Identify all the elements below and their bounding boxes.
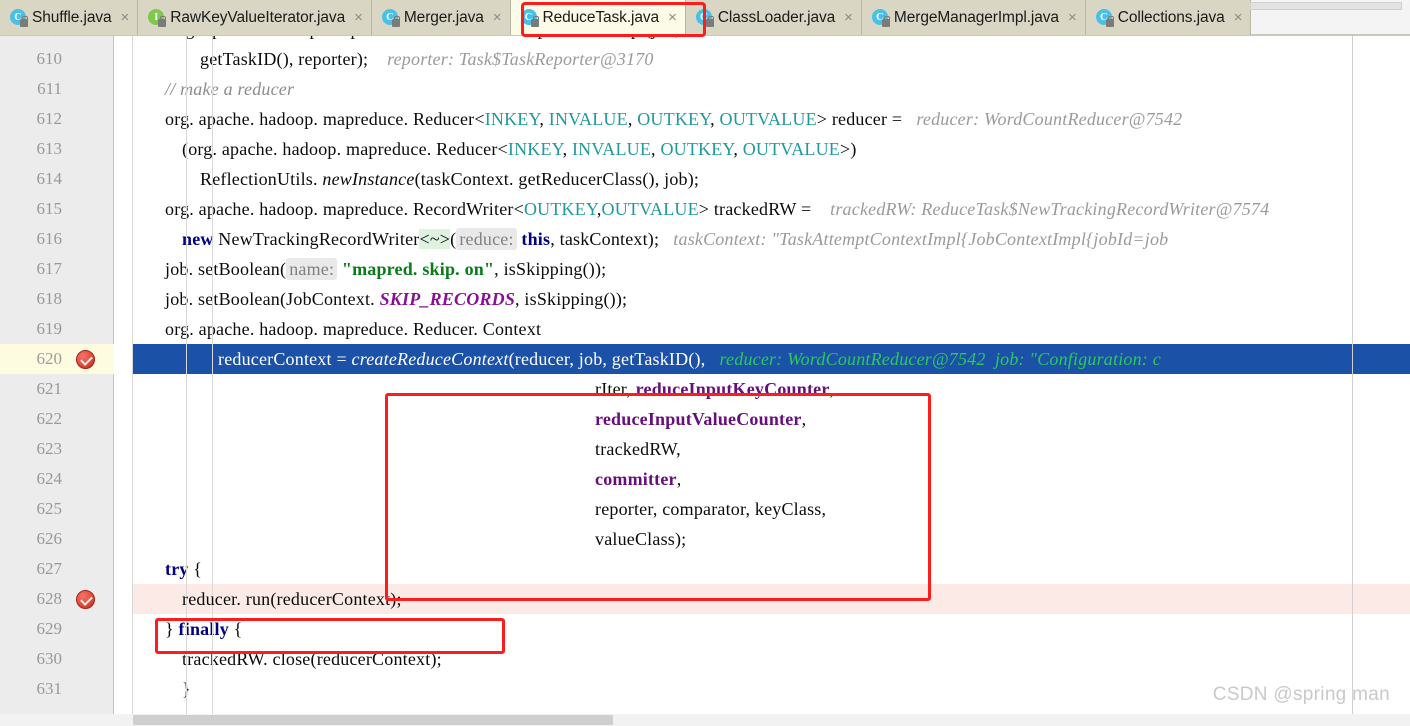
horizontal-scrollbar-thumb[interactable]: [133, 715, 613, 725]
editor-tab-shuffle[interactable]: C Shuffle.java ×: [0, 0, 139, 35]
line-number: 614: [36, 169, 63, 188]
code-text: org. apache. hadoop. mapreduce. Reducer<…: [165, 109, 1183, 129]
java-class-icon: C: [871, 9, 890, 27]
editor-tab-label: Collections.java: [1117, 8, 1225, 26]
code-text: (org. apache. hadoop. mapreduce. Reducer…: [182, 139, 857, 159]
editor-tab-label: MergeManagerImpl.java: [893, 8, 1059, 26]
code-text: job. setBoolean(JobContext. SKIP_RECORDS…: [165, 289, 628, 309]
code-text: org. apache. hadoop. mapreduce. RecordWr…: [165, 199, 1270, 219]
code-text: valueClass);: [595, 529, 687, 549]
code-text: ReflectionUtils. newInstance(taskContext…: [200, 169, 700, 189]
line-number: 630: [36, 649, 63, 668]
line-number: 613: [36, 139, 63, 158]
right-margin-guide: [1352, 36, 1353, 726]
code-text: } finally {: [165, 619, 243, 639]
editor-tab-reducetask[interactable]: C ReduceTask.java ×: [510, 0, 686, 35]
idea-editor-window: C Shuffle.java × I RawKeyValueIterator.j…: [0, 0, 1410, 726]
editor-tab-mergemanagerimpl[interactable]: C MergeManagerImpl.java ×: [861, 0, 1086, 35]
close-icon[interactable]: ×: [1068, 10, 1077, 25]
close-icon[interactable]: ×: [668, 10, 677, 25]
code-text: reduceInputValueCounter,: [595, 409, 807, 429]
indent-guide: [212, 36, 213, 726]
code-text: getTaskID(), reporter); reporter: Task$T…: [200, 49, 654, 69]
line-number: 624: [36, 469, 63, 488]
code-text: rIter, reduceInputKeyCounter,: [595, 379, 835, 399]
line-number: 620: [36, 349, 63, 368]
breakpoint-checked-icon[interactable]: [76, 590, 95, 609]
code-text: committer,: [595, 469, 682, 489]
line-number: 621: [36, 379, 63, 398]
code-text: new NewTrackingRecordWriter<~>(reduce: t…: [182, 228, 1169, 250]
line-number: 626: [36, 529, 63, 548]
indent-guide: [186, 36, 187, 726]
close-icon[interactable]: ×: [1234, 10, 1243, 25]
code-text: try {: [165, 559, 203, 579]
close-icon[interactable]: ×: [493, 10, 502, 25]
line-number: 625: [36, 499, 63, 518]
line-number: 611: [37, 79, 62, 98]
editor-tab-rawkeyvalueiterator[interactable]: I RawKeyValueIterator.java ×: [138, 0, 372, 35]
close-icon[interactable]: ×: [121, 10, 130, 25]
code-text: org. apache. hadoop. mapreduce. Reducer.…: [165, 319, 542, 339]
line-number: 629: [36, 619, 63, 638]
java-class-icon: C: [10, 9, 28, 27]
line-number: 609: [0, 36, 63, 44]
editor-tab-label: ClassLoader.java: [717, 8, 836, 26]
editor-tab-classloader[interactable]: C ClassLoader.java ×: [685, 0, 862, 35]
line-number: 610: [36, 49, 63, 68]
code-line-628[interactable]: 628 reducer. run(reducerContext);: [0, 584, 1410, 614]
line-number: 619: [36, 319, 63, 338]
editor-tab-bar: C Shuffle.java × I RawKeyValueIterator.j…: [0, 0, 1410, 36]
java-class-icon: C: [1095, 9, 1114, 27]
java-class-icon: C: [381, 9, 400, 27]
java-class-icon: C: [520, 9, 539, 27]
editor-tab-merger[interactable]: C Merger.java ×: [371, 0, 511, 35]
line-number: 623: [36, 439, 63, 458]
java-interface-icon: I: [148, 9, 167, 27]
code-text: trackedRW,: [595, 439, 681, 459]
editor-tab-collections[interactable]: C Collections.java ×: [1085, 0, 1252, 35]
line-number: 615: [36, 199, 63, 218]
code-text: reducer. run(reducerContext);: [182, 589, 402, 609]
editor-tab-label: Merger.java: [403, 8, 484, 26]
tab-scroll-indicator[interactable]: [1250, 2, 1402, 10]
editor-tab-label: Shuffle.java: [32, 8, 112, 26]
line-number: 617: [36, 259, 63, 278]
close-icon[interactable]: ×: [354, 10, 363, 25]
line-number: 612: [36, 109, 63, 128]
code-text: reporter, comparator, keyClass,: [595, 499, 827, 519]
line-number: 628: [36, 589, 63, 608]
line-number: 622: [36, 409, 63, 428]
code-text: new org. apache. hadoop. mapreduce. task…: [134, 36, 680, 44]
code-text: // make a reducer: [165, 79, 295, 99]
breakpoint-checked-icon[interactable]: [76, 350, 95, 369]
line-number: 618: [36, 289, 63, 308]
code-editor[interactable]: 609 new org. apache. hadoop. mapreduce. …: [0, 36, 1410, 726]
code-text: job. setBoolean(name: "mapred. skip. on"…: [165, 258, 607, 280]
line-number: 616: [36, 229, 63, 248]
close-icon[interactable]: ×: [844, 10, 853, 25]
line-number: 627: [36, 559, 63, 578]
java-class-icon: C: [695, 9, 714, 27]
line-number: 631: [36, 679, 63, 698]
code-text: reducerContext = createReduceContext(red…: [218, 349, 1161, 369]
editor-tab-label: RawKeyValueIterator.java: [170, 8, 346, 26]
editor-tab-label: ReduceTask.java: [542, 8, 660, 26]
code-text: trackedRW. close(reducerContext);: [182, 649, 442, 669]
csdn-watermark: CSDN @spring man: [1212, 684, 1390, 705]
